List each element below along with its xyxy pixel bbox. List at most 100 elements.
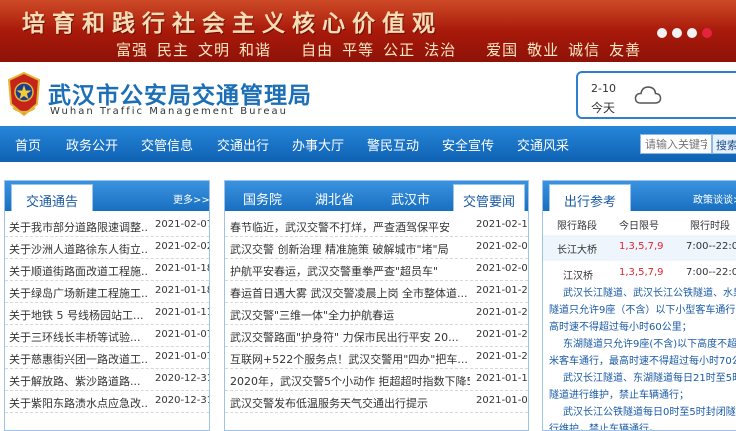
value-word: 民主 (157, 41, 190, 59)
list-item-date: 2021-02-02 (155, 241, 210, 252)
nav-item-service-hall[interactable]: 办事大厅 (292, 135, 344, 154)
list-item-date: 2021-01-28 (476, 307, 529, 318)
list-item-title[interactable]: 武汉交警发布低温服务天气交通出行提示 (230, 395, 470, 411)
list-item[interactable]: 关于沙洲人道路徐东人街立... 2021-02-02 (5, 237, 209, 259)
value-word: 敬业 (527, 41, 560, 59)
nav-item-gov-affairs[interactable]: 政务公开 (66, 135, 118, 154)
list-item-title[interactable]: 春运首日遇大雾 武汉交警凌晨上岗 全市整体道... (230, 285, 470, 301)
travel-ref-header: 出行参考 政策谈谈>> (543, 181, 736, 211)
tab-traffic-news[interactable]: 交管要闻 (453, 184, 525, 211)
site-header: 武汉市公安局交通管理局 Wuhan Traffic Management Bur… (0, 62, 736, 126)
list-item-date: 2021-01-18 (155, 263, 210, 274)
nav-item-traffic-info[interactable]: 交管信息 (141, 135, 193, 154)
notice-line: 武汉长江隧道、东湖隧道每日21时至5时封闭 (563, 373, 736, 384)
value-word: 自由 (301, 41, 334, 59)
list-item[interactable]: 武汉交警 创新治理 精准施策 破解城市"堵"局 2021-02-07 (225, 237, 528, 259)
news-panel: 国务院 湖北省 武汉市 交管要闻 春节临近，武汉交警不打烊，严查酒驾保平安 202… (224, 180, 529, 431)
slogan-banner[interactable]: 培育和践行社会主义核心价值观 富强 民主 文明 和谐 自由 平等 公正 法治 爱国 敬业 诚信 友善 (0, 0, 736, 62)
notice-line: 米客车通行，最高时速不得超过每小时70公里； (549, 356, 736, 367)
list-item-title[interactable]: 关于紫阳东路渍水点应急改... (9, 395, 149, 411)
list-item[interactable]: 武汉交警路面"护身符" 力保市民出行平安 20... 2021-01-22 (225, 325, 528, 347)
list-item[interactable]: 关于顺道街路面改道工程施... 2021-01-18 (5, 259, 209, 281)
value-word: 平等 (342, 41, 375, 59)
list-item[interactable]: 关于地铁 5 号线杨园站工... 2021-01-11 (5, 303, 209, 325)
search-input[interactable] (640, 134, 712, 154)
list-item-title[interactable]: 春节临近，武汉交警不打烊，严查酒驾保平安 (230, 219, 470, 235)
list-item-date: 2021-02-07 (476, 241, 529, 252)
list-item[interactable]: 武汉交警发布低温服务天气交通出行提示 2021-01-08 (225, 391, 528, 413)
list-item-title[interactable]: 武汉交警"三维一体"全力护航春运 (230, 307, 470, 323)
restriction-numbers: 1,3,5,7,9 (619, 267, 664, 278)
search-button[interactable]: 搜索 (712, 134, 736, 154)
tab-state-council[interactable]: 国务院 (243, 189, 282, 208)
notice-panel: 交通通告 更多>> 关于我市部分道路限速调整... 2021-02-07 关于沙洲人… (4, 180, 210, 431)
list-item-date: 2021-01-08 (476, 395, 529, 406)
carousel-dot-1[interactable] (657, 28, 667, 38)
restriction-road: 江汉桥 (563, 271, 593, 282)
nav-item-interaction[interactable]: 警民互动 (367, 135, 419, 154)
news-panel-header: 国务院 湖北省 武汉市 交管要闻 (225, 181, 528, 211)
list-item-date: 2021-01-28 (476, 285, 529, 296)
list-item[interactable]: 护航平安春运，武汉交警重拳严查"超员车" 2021-02-02 (225, 259, 528, 281)
list-item[interactable]: 2020年，武汉交警5个小动作 拒超超时指数下降5% 2021-01-18 (225, 369, 528, 391)
nav-item-style[interactable]: 交通风采 (517, 135, 569, 154)
value-word: 爱国 (486, 41, 519, 59)
list-item-date: 2021-01-22 (476, 329, 529, 340)
list-item[interactable]: 武汉交警"三维一体"全力护航春运 2021-01-28 (225, 303, 528, 325)
list-item[interactable]: 关于三环线长丰桥等试验... 2021-01-07 (5, 325, 209, 347)
restriction-time: 7:00--22:00 (686, 267, 736, 278)
list-item[interactable]: 关于绿岛广场新建工程施工... 2021-01-18 (5, 281, 209, 303)
list-item-title[interactable]: 武汉交警 创新治理 精准施策 破解城市"堵"局 (230, 241, 470, 257)
value-word: 公正 (383, 41, 416, 59)
list-item[interactable]: 春运首日遇大雾 武汉交警凌晨上岗 全市整体道... 2021-01-28 (225, 281, 528, 303)
notice-line: 高时速不得超过每小时60公里； (549, 322, 692, 333)
list-item[interactable]: 关于紫阳东路渍水点应急改... 2020-12-31 (5, 391, 209, 413)
list-item-title[interactable]: 关于我市部分道路限速调整... (9, 219, 149, 235)
nav-item-safety[interactable]: 安全宣传 (442, 135, 494, 154)
list-item-title[interactable]: 关于地铁 5 号线杨园站工... (9, 307, 149, 323)
list-item-title[interactable]: 关于绿岛广场新建工程施工... (9, 285, 149, 301)
list-item-title[interactable]: 关于解放路、紫沙路道路... (9, 373, 149, 389)
policy-more-link[interactable]: 政策谈谈>> (693, 191, 736, 206)
list-item-date: 2021-01-22 (476, 351, 529, 362)
list-item-title[interactable]: 武汉交警路面"护身符" 力保市民出行平安 20... (230, 329, 470, 345)
travel-ref-panel: 出行参考 政策谈谈>> 限行路段 今日限号 限行时段 长江大桥 1,3,5,7,… (542, 180, 736, 431)
tab-traffic-notice[interactable]: 交通通告 (11, 184, 93, 211)
notice-line: 武汉长江公铁隧道每日0时至5时封闭隧道进行 (563, 407, 736, 418)
list-item[interactable]: 关于解放路、紫沙路道路... 2020-12-31 (5, 369, 209, 391)
main-nav: 首页 政务公开 交管信息 交通出行 办事大厅 警民互动 安全宣传 交通风采 搜索 (0, 126, 736, 162)
list-item-title[interactable]: 2020年，武汉交警5个小动作 拒超超时指数下降5% (230, 373, 470, 389)
list-item-date: 2021-02-10 (476, 219, 529, 230)
tab-hubei-province[interactable]: 湖北省 (315, 189, 354, 208)
value-word: 和谐 (239, 41, 272, 59)
list-item-title[interactable]: 关于沙洲人道路徐东人街立... (9, 241, 149, 257)
page-root: 培育和践行社会主义核心价值观 富强 民主 文明 和谐 自由 平等 公正 法治 爱国 敬业 诚信 友善 … (0, 0, 736, 431)
value-word: 诚信 (568, 41, 601, 59)
carousel-dot-4[interactable] (702, 28, 712, 38)
restriction-time: 7:00--22:00 (686, 241, 736, 252)
restriction-road: 长江大桥 (557, 245, 597, 256)
nav-item-travel[interactable]: 交通出行 (217, 135, 269, 154)
list-item[interactable]: 互联网+522个服务点！武汉交警用"四办"把车... 2021-01-22 (225, 347, 528, 369)
police-emblem-icon (7, 71, 41, 117)
weather-widget: 2-10 今天 (576, 71, 736, 119)
table-row: 江汉桥 1,3,5,7,9 7:00--22:00 (543, 261, 736, 287)
carousel-dot-3[interactable] (687, 28, 697, 38)
list-item-title[interactable]: 关于慈惠街兴团一路改道工... (9, 351, 149, 367)
list-item[interactable]: 关于慈惠街兴团一路改道工... 2021-01-07 (5, 347, 209, 369)
slogan-main-text: 培育和践行社会主义核心价值观 (22, 10, 442, 37)
tab-wuhan-city[interactable]: 武汉市 (391, 189, 430, 208)
list-item-title[interactable]: 互联网+522个服务点！武汉交警用"四办"把车... (230, 351, 470, 367)
nav-item-home[interactable]: 首页 (15, 135, 41, 154)
notice-more-link[interactable]: 更多>> (173, 191, 209, 206)
carousel-dot-2[interactable] (672, 28, 682, 38)
tab-travel-reference[interactable]: 出行参考 (549, 184, 631, 211)
list-item[interactable]: 关于我市部分道路限速调整... 2021-02-07 (5, 215, 209, 237)
list-item[interactable]: 春节临近，武汉交警不打烊，严查酒驾保平安 2021-02-10 (225, 215, 528, 237)
list-item-title[interactable]: 护航平安春运，武汉交警重拳严查"超员车" (230, 263, 470, 279)
weather-date: 2-10 (591, 82, 616, 95)
value-word: 法治 (424, 41, 457, 59)
list-item-title[interactable]: 关于三环线长丰桥等试验... (9, 329, 149, 345)
list-item-title[interactable]: 关于顺道街路面改道工程施... (9, 263, 149, 279)
list-item-date: 2021-02-07 (155, 219, 210, 230)
